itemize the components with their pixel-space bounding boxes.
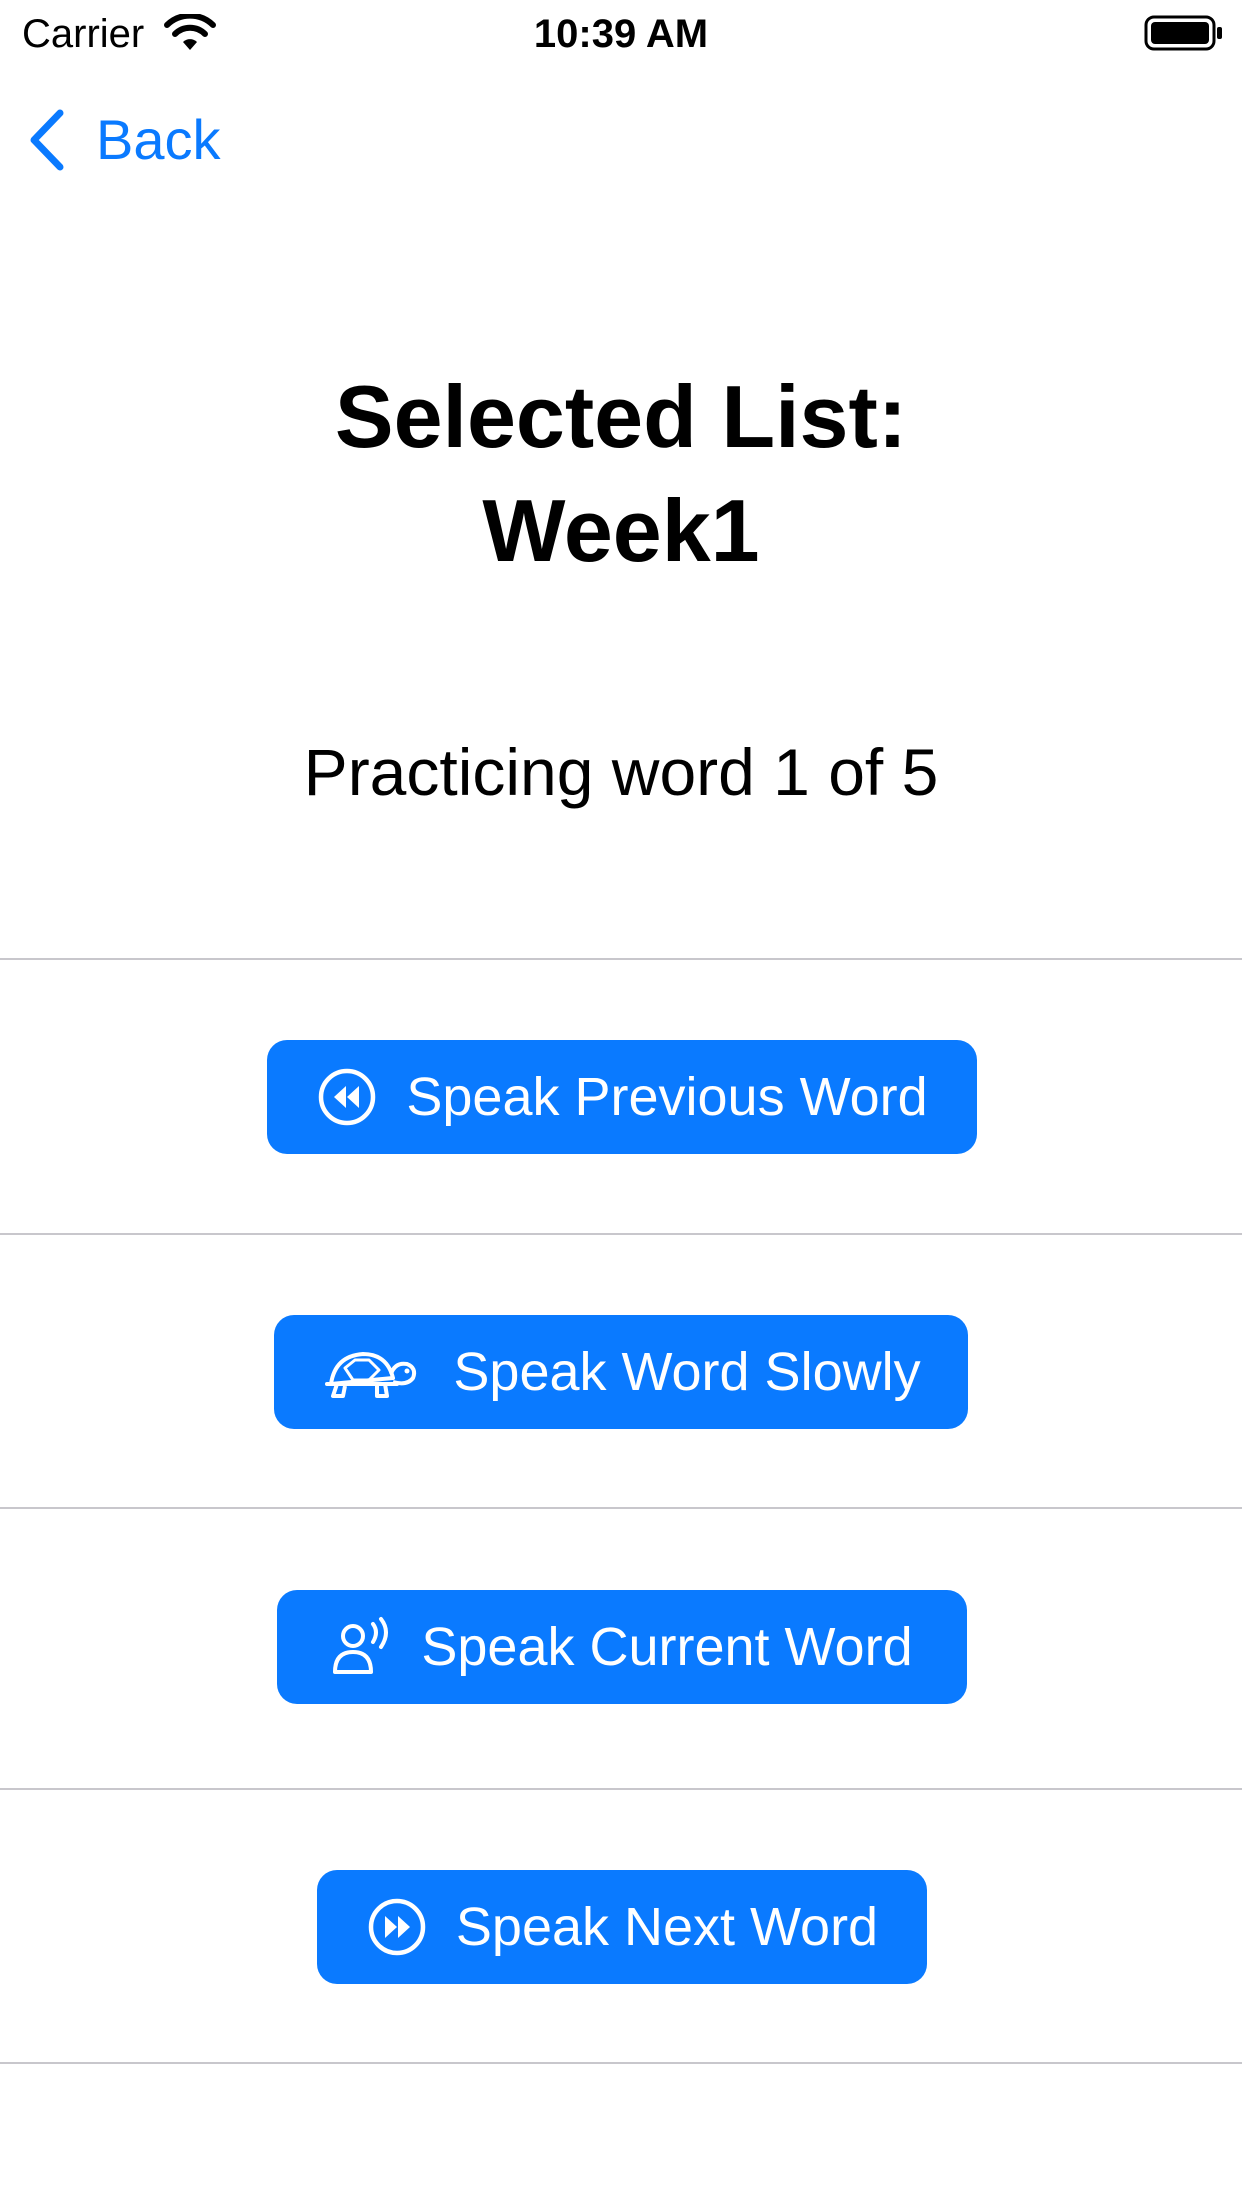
title-line-2: Week1 [482,481,760,580]
divider [0,958,1242,960]
speak-current-word-label: Speak Current Word [421,1617,913,1677]
tortoise-icon [325,1352,417,1398]
back-label: Back [96,108,221,171]
speak-next-word-label: Speak Next Word [455,1897,879,1957]
status-bar: Carrier 10:39 AM [0,0,1242,66]
speak-previous-word-label: Speak Previous Word [406,1067,928,1127]
speak-word-slowly-button[interactable]: Speak Word Slowly [274,1315,968,1429]
speak-word-slowly-label: Speak Word Slowly [453,1342,921,1402]
divider [0,2062,1242,2064]
speak-previous-word-button[interactable]: Speak Previous Word [267,1040,977,1154]
battery-icon [1144,15,1222,51]
person-speaking-icon [333,1617,389,1674]
page-title: Selected List: Week1 [0,360,1242,588]
divider [0,1507,1242,1509]
backward-circle-icon [319,1068,376,1126]
chevron-left-icon [30,109,64,171]
back-button[interactable]: Back [26,104,221,176]
status-time: 10:39 AM [533,12,709,56]
title-line-1: Selected List: [334,367,908,466]
divider [0,1233,1242,1235]
divider [0,1788,1242,1790]
speak-current-word-button[interactable]: Speak Current Word [277,1590,967,1704]
forward-circle-icon [368,1898,426,1956]
progress-text: Practicing word 1 of 5 [303,735,939,809]
speak-next-word-button[interactable]: Speak Next Word [317,1870,927,1984]
